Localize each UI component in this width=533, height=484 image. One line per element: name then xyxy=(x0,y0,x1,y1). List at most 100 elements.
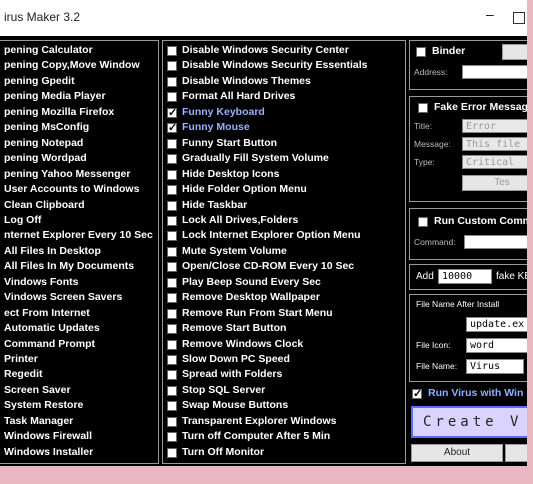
option-checkbox[interactable] xyxy=(167,246,177,257)
option-checkbox[interactable] xyxy=(167,76,177,87)
option-checkbox[interactable] xyxy=(167,432,177,443)
option-right-item[interactable]: Format All Hard Drives xyxy=(182,90,295,102)
option-right-item[interactable]: Funny Start Button xyxy=(182,137,277,149)
custom-command-input[interactable] xyxy=(464,235,527,249)
extra-button[interactable] xyxy=(505,444,527,462)
option-checkbox[interactable] xyxy=(167,106,177,119)
option-right-item[interactable]: Lock All Drives,Folders xyxy=(182,214,298,226)
custom-command-checkbox[interactable] xyxy=(418,217,428,227)
option-right-item[interactable]: Swap Mouse Buttons xyxy=(182,399,288,411)
option-left-item[interactable]: Automatic Updates xyxy=(4,322,100,334)
option-left-item[interactable]: pening MsConfig xyxy=(4,121,89,133)
option-checkbox[interactable] xyxy=(167,46,177,56)
option-left-item[interactable]: pening Notepad xyxy=(4,137,83,149)
option-checkbox[interactable] xyxy=(167,121,177,134)
option-left-item[interactable]: Printer xyxy=(4,353,38,365)
option-right-item[interactable]: Disable Windows Security Essentials xyxy=(182,59,367,71)
option-right-item[interactable]: Hide Taskbar xyxy=(182,199,247,211)
option-left-item[interactable]: pening Mozilla Firefox xyxy=(4,106,114,118)
option-checkbox[interactable] xyxy=(167,339,177,350)
fake-error-type-select[interactable]: Critical xyxy=(462,155,527,169)
option-left-item[interactable]: pening Gpedit xyxy=(4,75,75,87)
option-checkbox[interactable] xyxy=(167,154,177,165)
option-left-item[interactable]: pening Media Player xyxy=(4,90,106,102)
option-left-item[interactable]: ect From Internet xyxy=(4,307,90,319)
option-left-item[interactable]: pening Wordpad xyxy=(4,152,87,164)
create-virus-button[interactable]: Create V xyxy=(411,406,527,438)
option-left-item[interactable]: Log Off xyxy=(4,214,41,226)
option-right-item[interactable]: Open/Close CD-ROM Every 10 Sec xyxy=(182,260,354,272)
binder-checkbox[interactable] xyxy=(416,47,426,57)
option-checkbox[interactable] xyxy=(167,355,177,365)
option-left-item[interactable]: User Accounts to Windows xyxy=(4,183,139,195)
option-right-item[interactable]: Remove Start Button xyxy=(182,322,286,334)
option-right-item[interactable]: Transparent Explorer Windows xyxy=(182,415,337,427)
option-left-item[interactable]: Clean Clipboard xyxy=(4,199,85,211)
option-left-item[interactable]: Windows Firewall xyxy=(4,430,92,442)
run-virus-checkbox[interactable] xyxy=(412,387,422,400)
maximize-button[interactable] xyxy=(513,12,525,24)
option-right-item[interactable]: Remove Windows Clock xyxy=(182,338,303,350)
option-right-item[interactable]: Lock Internet Explorer Option Menu xyxy=(182,229,361,241)
add-kb-input[interactable]: 10000 xyxy=(438,269,492,284)
option-right-item[interactable]: Stop SQL Server xyxy=(182,384,265,396)
option-right-item[interactable]: Funny Mouse xyxy=(182,121,250,133)
file-name-after-install-input[interactable]: update.ex xyxy=(466,317,527,332)
option-checkbox[interactable] xyxy=(167,401,177,412)
option-left-item[interactable]: nternet Explorer Every 10 Sec xyxy=(4,229,153,241)
option-left-item[interactable]: Vindows Fonts xyxy=(4,276,78,288)
minimize-button[interactable]: – xyxy=(486,6,494,22)
option-checkbox[interactable] xyxy=(167,138,177,149)
option-left-item[interactable]: Regedit xyxy=(4,368,43,380)
fake-error-test-button[interactable]: Tes xyxy=(462,175,527,191)
option-right-item[interactable]: Mute System Volume xyxy=(182,245,287,257)
option-left-item[interactable]: Command Prompt xyxy=(4,338,95,350)
file-name-input[interactable]: Virus xyxy=(466,359,524,374)
option-left-item[interactable]: All Files In My Documents xyxy=(4,260,134,272)
option-checkbox[interactable] xyxy=(167,61,177,72)
option-checkbox[interactable] xyxy=(167,200,177,211)
option-right-item[interactable]: Spread with Folders xyxy=(182,368,282,380)
option-left-item[interactable]: Windows Installer xyxy=(4,446,93,458)
option-checkbox[interactable] xyxy=(167,185,177,196)
option-left-item[interactable]: System Restore xyxy=(4,399,83,411)
option-checkbox[interactable] xyxy=(167,447,177,458)
option-checkbox[interactable] xyxy=(167,385,177,396)
option-checkbox[interactable] xyxy=(167,308,177,319)
binder-address-input[interactable] xyxy=(462,65,527,79)
option-right-item[interactable]: Remove Run From Start Menu xyxy=(182,307,333,319)
option-right-item[interactable]: Disable Windows Themes xyxy=(182,75,311,87)
options-list-right[interactable]: Disable Windows Security Center Disable W… xyxy=(162,40,406,464)
option-right-item[interactable]: Turn off Computer After 5 Min xyxy=(182,430,330,442)
fake-error-checkbox[interactable] xyxy=(418,103,428,113)
option-right-item[interactable]: Disable Windows Security Center xyxy=(182,44,349,56)
option-right-item[interactable]: Play Beep Sound Every Sec xyxy=(182,276,321,288)
option-left-item[interactable]: Screen Saver xyxy=(4,384,71,396)
option-checkbox[interactable] xyxy=(167,293,177,304)
binder-browse-button[interactable] xyxy=(502,44,527,60)
option-checkbox[interactable] xyxy=(167,169,177,180)
option-left-item[interactable]: Task Manager xyxy=(4,415,73,427)
options-list-left[interactable]: pening Calculator pening Copy,Move Window… xyxy=(0,40,159,464)
option-right-item[interactable]: Hide Desktop Icons xyxy=(182,168,279,180)
option-checkbox[interactable] xyxy=(167,231,177,242)
option-right-item[interactable]: Slow Down PC Speed xyxy=(182,353,290,365)
option-checkbox[interactable] xyxy=(167,262,177,273)
option-checkbox[interactable] xyxy=(167,215,177,226)
option-right-item[interactable]: Hide Folder Option Menu xyxy=(182,183,307,195)
option-checkbox[interactable] xyxy=(167,370,177,381)
option-right-item[interactable]: Gradually Fill System Volume xyxy=(182,152,329,164)
about-button[interactable]: About xyxy=(411,444,503,462)
file-icon-select[interactable]: word xyxy=(466,338,527,353)
option-right-item[interactable]: Remove Desktop Wallpaper xyxy=(182,291,320,303)
fake-error-message-input[interactable]: This file xyxy=(462,137,527,151)
option-left-item[interactable]: pening Calculator xyxy=(4,44,93,56)
option-right-item[interactable]: Funny Keyboard xyxy=(182,106,265,118)
option-right-item[interactable]: Turn Off Monitor xyxy=(182,446,264,458)
option-left-item[interactable]: pening Yahoo Messenger xyxy=(4,168,130,180)
option-left-item[interactable]: All Files In Desktop xyxy=(4,245,101,257)
fake-error-title-input[interactable]: Error xyxy=(462,119,527,133)
option-left-item[interactable]: pening Copy,Move Window xyxy=(4,59,140,71)
option-left-item[interactable]: Vindows Screen Savers xyxy=(4,291,122,303)
option-checkbox[interactable] xyxy=(167,324,177,335)
